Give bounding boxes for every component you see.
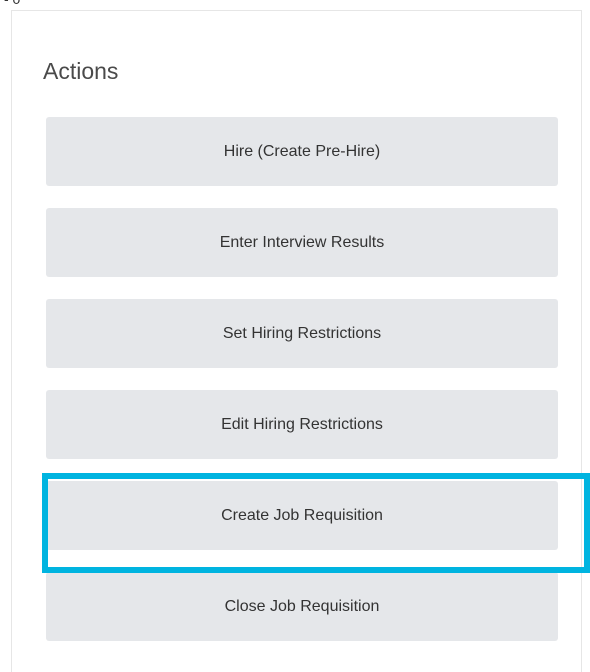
edit-hiring-restrictions-button[interactable]: Edit Hiring Restrictions [46,390,558,459]
top-edge-glyph: - 0 [4,0,20,6]
create-job-requisition-button[interactable]: Create Job Requisition [46,481,558,550]
hire-create-pre-hire-button[interactable]: Hire (Create Pre-Hire) [46,117,558,186]
list-item: Enter Interview Results [46,208,558,277]
action-list: Hire (Create Pre-Hire) Enter Interview R… [46,117,558,663]
set-hiring-restrictions-button[interactable]: Set Hiring Restrictions [46,299,558,368]
list-item: Set Hiring Restrictions [46,299,558,368]
enter-interview-results-button[interactable]: Enter Interview Results [46,208,558,277]
list-item: Create Job Requisition [46,481,558,550]
top-strip: - 0 [0,0,590,10]
actions-panel: Actions Hire (Create Pre-Hire) Enter Int… [11,10,590,672]
close-job-requisition-button[interactable]: Close Job Requisition [46,572,558,641]
list-item: Hire (Create Pre-Hire) [46,117,558,186]
list-item: Close Job Requisition [46,572,558,641]
actions-title: Actions [43,58,119,84]
list-item: Edit Hiring Restrictions [46,390,558,459]
